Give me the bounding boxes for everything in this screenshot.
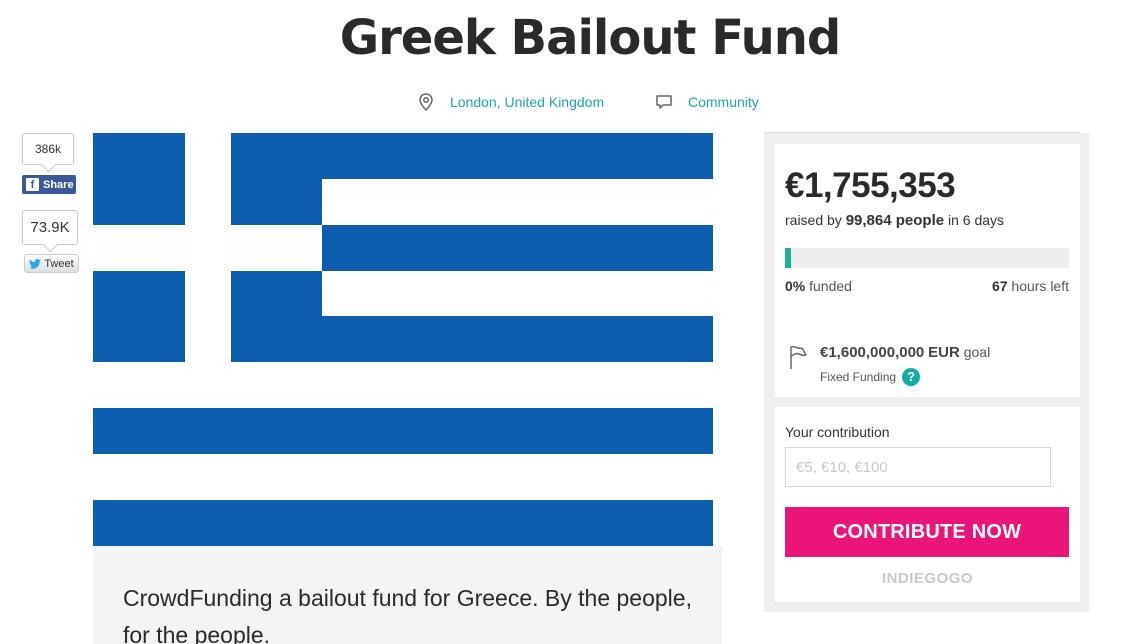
funding-progress-bar: [785, 248, 1069, 268]
page-title: Greek Bailout Fund: [339, 10, 842, 66]
flag-icon: [790, 345, 807, 369]
funding-goal: €1,600,000,000 EUR goal: [820, 344, 990, 361]
campaign-page: Greek Bailout Fund London, United Kingdo…: [0, 0, 1148, 644]
campaign-image-greek-flag: [93, 133, 713, 546]
raised-prefix: raised by: [785, 212, 842, 228]
location-link[interactable]: London, United Kingdom: [416, 92, 604, 112]
divider: [764, 132, 1080, 133]
goal-label: goal: [963, 344, 991, 360]
facebook-share-label: Share: [43, 178, 74, 191]
funding-progress-fill: [785, 248, 791, 268]
funding-summary-card: €1,755,353 raised by 99,864 people in 6 …: [775, 144, 1080, 397]
funded-percent-value: 0%: [785, 278, 806, 294]
contribution-label: Your contribution: [785, 424, 890, 440]
funding-type-label: Fixed Funding: [820, 370, 897, 384]
facebook-share-button[interactable]: f Share: [22, 175, 76, 194]
tweet-button[interactable]: Tweet: [24, 254, 79, 273]
tweet-label: Tweet: [44, 257, 74, 270]
hours-left-label: hours left: [1011, 278, 1069, 294]
category-label: Community: [688, 94, 759, 110]
campaign-meta: London, United Kingdom Community: [0, 92, 1148, 114]
location-label: London, United Kingdom: [450, 94, 605, 110]
indiegogo-logo: INDIEGOGO: [881, 570, 974, 587]
raised-amount: €1,755,353: [785, 166, 956, 205]
time-left: 67 hours left: [992, 278, 1069, 294]
facebook-icon: f: [26, 178, 39, 191]
twitter-bird-icon: [29, 258, 42, 269]
funding-type: Fixed Funding ?: [820, 368, 921, 386]
facebook-share-count: 386k: [22, 133, 74, 165]
raised-summary: raised by 99,864 people in 6 days: [785, 212, 1004, 229]
hours-left-value: 67: [991, 278, 1008, 294]
contribute-now-button[interactable]: CONTRIBUTE NOW: [785, 507, 1069, 557]
location-pin-icon: [419, 93, 433, 112]
goal-currency: EUR: [928, 344, 960, 361]
funded-percent: 0% funded: [785, 278, 852, 294]
funded-label: funded: [809, 278, 852, 294]
contribution-input[interactable]: [785, 447, 1051, 487]
category-link[interactable]: Community: [654, 92, 759, 112]
speech-bubble-icon: [656, 95, 672, 109]
contribution-card: Your contribution CONTRIBUTE NOW INDIEGO…: [775, 407, 1080, 602]
campaign-description: CrowdFunding a bailout fund for Greece. …: [93, 546, 722, 644]
raised-duration: in 6 days: [947, 212, 1005, 228]
backer-count: 99,864 people: [845, 212, 945, 229]
goal-amount: €1,600,000,000: [820, 344, 925, 361]
twitter-share-count: 73.9K: [22, 210, 78, 245]
social-share: 386k f Share 73.9K Tweet: [22, 133, 82, 273]
question-mark-icon[interactable]: ?: [902, 368, 921, 386]
